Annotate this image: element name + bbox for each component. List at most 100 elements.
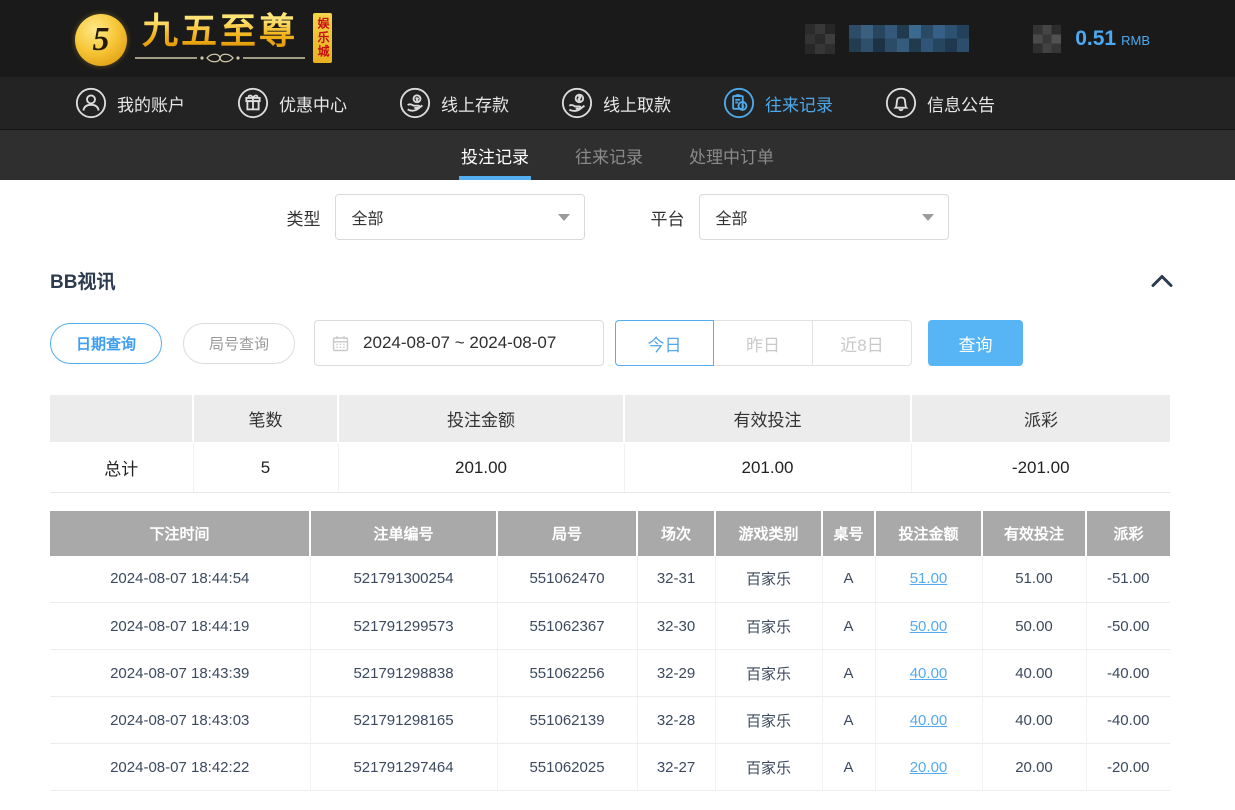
cell-table-no: A	[822, 650, 875, 697]
platform-select-value: 全部	[716, 205, 748, 229]
record-tabs: 投注记录 往来记录 处理中订单	[0, 130, 1235, 180]
cell-ticket-id: 521791298838	[310, 650, 497, 697]
cell-payout: -20.00	[1086, 744, 1170, 791]
nav-item-withdraw[interactable]: 线上取款	[561, 87, 671, 119]
last8days-button[interactable]: 近8日	[813, 320, 912, 366]
yesterday-button[interactable]: 昨日	[714, 320, 813, 366]
col-ticket-id: 注单编号	[310, 511, 497, 556]
bet-amount-link[interactable]: 51.00	[910, 570, 948, 587]
search-button[interactable]: 查询	[928, 320, 1023, 366]
table-row: 2024-08-07 18:44:54 521791300254 5510624…	[50, 556, 1170, 603]
nav-item-deposit[interactable]: 线上存款	[399, 87, 509, 119]
bet-amount-link[interactable]: 20.00	[910, 759, 948, 776]
summary-valid-bet: 201.00	[624, 443, 911, 492]
today-label: 今日	[648, 331, 682, 356]
nav-label: 线上取款	[603, 91, 671, 116]
cell-ticket-id: 521791299573	[310, 603, 497, 650]
cell-bet-amount: 40.00	[875, 697, 982, 744]
cell-game-type: 百家乐	[715, 603, 822, 650]
col-session: 场次	[637, 511, 715, 556]
nav-item-announcements[interactable]: 信息公告	[885, 87, 995, 119]
cell-bet-time: 2024-08-07 18:44:54	[50, 556, 310, 603]
cell-table-no: A	[822, 556, 875, 603]
query-controls: 日期查询 局号查询 2024-08-07 ~ 2024-08-07 今日 昨日 …	[50, 320, 1235, 366]
table-row: 2024-08-07 18:43:39 521791298838 5510622…	[50, 650, 1170, 697]
bell-icon	[885, 87, 917, 119]
cell-session: 32-28	[637, 697, 715, 744]
cell-bet-amount: 50.00	[875, 603, 982, 650]
tab-label: 往来记录	[575, 143, 643, 168]
cell-ticket-id: 521791298165	[310, 697, 497, 744]
cell-session: 32-30	[637, 603, 715, 650]
cell-bet-time: 2024-08-07 18:44:19	[50, 603, 310, 650]
cell-valid-bet: 20.00	[982, 744, 1086, 791]
cell-payout: -51.00	[1086, 556, 1170, 603]
bet-amount-link[interactable]: 40.00	[910, 665, 948, 682]
cell-table-no: A	[822, 603, 875, 650]
summary-bet-amount: 201.00	[338, 443, 624, 492]
type-select[interactable]: 全部	[335, 194, 585, 240]
col-round-id: 局号	[497, 511, 637, 556]
nav-label: 信息公告	[927, 91, 995, 116]
cell-ticket-id: 521791300254	[310, 556, 497, 603]
nav-label: 线上存款	[441, 91, 509, 116]
table-row: 2024-08-07 18:43:03 521791298165 5510621…	[50, 697, 1170, 744]
cell-game-type: 百家乐	[715, 744, 822, 791]
username-censored	[849, 25, 969, 52]
cell-valid-bet: 50.00	[982, 603, 1086, 650]
logo-badge: 娱乐城	[313, 13, 332, 63]
tab-bet-records[interactable]: 投注记录	[459, 130, 531, 180]
cell-bet-amount: 40.00	[875, 650, 982, 697]
wallet-icon-censored	[1033, 25, 1061, 53]
cell-ticket-id: 521791297464	[310, 744, 497, 791]
cell-game-type: 百家乐	[715, 697, 822, 744]
cell-round-id: 551062367	[497, 603, 637, 650]
platform-select[interactable]: 全部	[699, 194, 949, 240]
tab-transaction-records[interactable]: 往来记录	[573, 130, 645, 180]
summary-header-valid-bet: 有效投注	[624, 395, 911, 443]
date-query-button[interactable]: 日期查询	[50, 323, 162, 364]
nav-item-transaction-records[interactable]: 往来记录	[723, 87, 833, 119]
today-button[interactable]: 今日	[615, 320, 714, 366]
cell-valid-bet: 51.00	[982, 556, 1086, 603]
cell-bet-amount: 20.00	[875, 744, 982, 791]
cell-payout: -50.00	[1086, 603, 1170, 650]
cell-table-no: A	[822, 744, 875, 791]
flourish-ornament-icon	[135, 52, 305, 64]
col-payout: 派彩	[1086, 511, 1170, 556]
site-logo[interactable]: 5 九五至尊 娱乐城	[75, 11, 332, 66]
tab-pending-orders[interactable]: 处理中订单	[687, 130, 776, 180]
main-nav: 我的账户 优惠中心 线上存款 线上取款	[0, 77, 1235, 130]
table-row: 2024-08-07 18:42:22 521791297464 5510620…	[50, 744, 1170, 791]
cell-payout: -40.00	[1086, 650, 1170, 697]
chevron-up-icon[interactable]	[1151, 274, 1173, 287]
date-range-input[interactable]: 2024-08-07 ~ 2024-08-07	[314, 320, 604, 366]
withdraw-icon	[561, 87, 593, 119]
summary-header-empty	[50, 395, 193, 443]
cell-bet-time: 2024-08-07 18:43:03	[50, 697, 310, 744]
cell-round-id: 551062256	[497, 650, 637, 697]
cell-payout: -40.00	[1086, 697, 1170, 744]
section-title: BB视讯	[50, 267, 115, 294]
round-query-button[interactable]: 局号查询	[183, 323, 295, 364]
platform-filter-label: 平台	[651, 205, 685, 230]
nav-label: 往来记录	[765, 91, 833, 116]
round-query-label: 局号查询	[209, 333, 269, 354]
cell-round-id: 551062025	[497, 744, 637, 791]
nav-item-promotions[interactable]: 优惠中心	[237, 87, 347, 119]
summary-header-bet-amount: 投注金额	[338, 395, 624, 443]
filter-row: 类型 全部 平台 全部	[0, 194, 1235, 240]
bet-amount-link[interactable]: 40.00	[910, 712, 948, 729]
summary-total-row: 总计 5 201.00 201.00 -201.00	[50, 443, 1170, 492]
cell-game-type: 百家乐	[715, 556, 822, 603]
top-header: 5 九五至尊 娱乐城 0.51RM	[0, 0, 1235, 77]
bet-amount-link[interactable]: 50.00	[910, 618, 948, 635]
nav-item-my-account[interactable]: 我的账户	[75, 87, 185, 119]
type-select-value: 全部	[352, 205, 384, 229]
cell-session: 32-29	[637, 650, 715, 697]
yesterday-label: 昨日	[746, 331, 780, 356]
summary-table: 笔数 投注金额 有效投注 派彩 总计 5 201.00 201.00 -201.…	[50, 395, 1170, 493]
cell-session: 32-31	[637, 556, 715, 603]
last8days-label: 近8日	[840, 331, 883, 356]
logo-icon: 5	[75, 14, 127, 66]
